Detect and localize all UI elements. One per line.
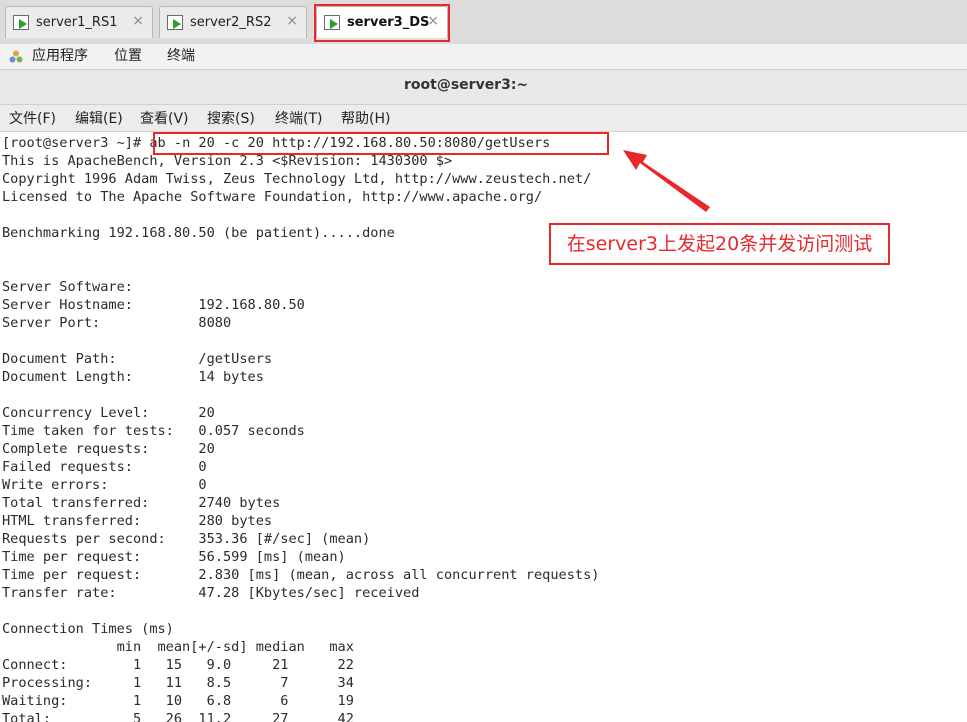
active-tab-highlight bbox=[314, 4, 450, 42]
applications-menu[interactable]: 应用程序 bbox=[32, 45, 88, 65]
terminal-line: Total transferred: 2740 bytes bbox=[2, 495, 281, 511]
close-icon[interactable]: × bbox=[286, 13, 298, 29]
places-menu[interactable]: 位置 bbox=[114, 45, 142, 65]
window-titlebar: root@server3:~ bbox=[0, 70, 967, 105]
window-title: root@server3:~ bbox=[404, 77, 529, 93]
terminal-line: Write errors: 0 bbox=[2, 477, 207, 493]
terminal-line: Time per request: 2.830 [ms] (mean, acro… bbox=[2, 567, 600, 583]
terminal-line: Waiting: 1 10 6.8 6 19 bbox=[2, 693, 354, 709]
terminal-line: Total: 5 26 11.2 27 42 bbox=[2, 711, 354, 722]
terminal-line: Failed requests: 0 bbox=[2, 459, 207, 475]
vm-tab-strip: server1_RS1 × server2_RS2 × server3_DS × bbox=[0, 0, 967, 45]
close-icon[interactable]: × bbox=[132, 13, 144, 29]
terminal-line: Connection Times (ms) bbox=[2, 621, 174, 637]
menu-edit[interactable]: 编辑(E) bbox=[75, 108, 123, 128]
menu-file[interactable]: 文件(F) bbox=[9, 108, 56, 128]
top-panel: 应用程序 位置 终端 bbox=[0, 44, 967, 70]
terminal-output[interactable]: [root@server3 ~]# ab -n 20 -c 20 http://… bbox=[0, 132, 967, 722]
terminal-line: Document Path: /getUsers bbox=[2, 351, 273, 367]
applications-icon bbox=[9, 50, 23, 63]
terminal-line: Server Software: bbox=[2, 279, 133, 295]
menu-search[interactable]: 搜索(S) bbox=[207, 108, 255, 128]
terminal-line: Processing: 1 11 8.5 7 34 bbox=[2, 675, 354, 691]
terminal-line: HTML transferred: 280 bytes bbox=[2, 513, 273, 529]
terminal-line: Time taken for tests: 0.057 seconds bbox=[2, 423, 305, 439]
terminal-line: Concurrency Level: 20 bbox=[2, 405, 215, 421]
terminal-line: Benchmarking 192.168.80.50 (be patient).… bbox=[2, 225, 395, 241]
terminal-line: Copyright 1996 Adam Twiss, Zeus Technolo… bbox=[2, 171, 592, 187]
terminal-line: Document Length: 14 bytes bbox=[2, 369, 264, 385]
terminal-line: Time per request: 56.599 [ms] (mean) bbox=[2, 549, 346, 565]
terminal-line: Requests per second: 353.36 [#/sec] (mea… bbox=[2, 531, 371, 547]
menu-view[interactable]: 查看(V) bbox=[140, 108, 189, 128]
tab-label: server2_RS2 bbox=[190, 15, 272, 30]
terminal-line: min mean[+/-sd] median max bbox=[2, 639, 354, 655]
terminal-line: Licensed to The Apache Software Foundati… bbox=[2, 189, 543, 205]
command-highlight bbox=[153, 132, 609, 155]
terminal-line: Transfer rate: 47.28 [Kbytes/sec] receiv… bbox=[2, 585, 420, 601]
menu-bar: 文件(F) 编辑(E) 查看(V) 搜索(S) 终端(T) 帮助(H) bbox=[0, 105, 967, 132]
annotation-callout: 在server3上发起20条并发访问测试 bbox=[549, 223, 890, 265]
vm-icon bbox=[167, 15, 183, 30]
vm-icon bbox=[13, 15, 29, 30]
terminal-menu[interactable]: 终端 bbox=[167, 45, 195, 65]
shell-prompt: [root@server3 ~]# bbox=[2, 135, 150, 151]
terminal-line: Server Hostname: 192.168.80.50 bbox=[2, 297, 305, 313]
menu-terminal[interactable]: 终端(T) bbox=[275, 108, 322, 128]
terminal-line: Server Port: 8080 bbox=[2, 315, 232, 331]
tab-label: server1_RS1 bbox=[36, 15, 118, 30]
terminal-line: Complete requests: 20 bbox=[2, 441, 215, 457]
tab-server1[interactable]: server1_RS1 × bbox=[5, 6, 153, 38]
menu-help[interactable]: 帮助(H) bbox=[341, 108, 390, 128]
tab-server2[interactable]: server2_RS2 × bbox=[159, 6, 307, 38]
terminal-line: Connect: 1 15 9.0 21 22 bbox=[2, 657, 354, 673]
